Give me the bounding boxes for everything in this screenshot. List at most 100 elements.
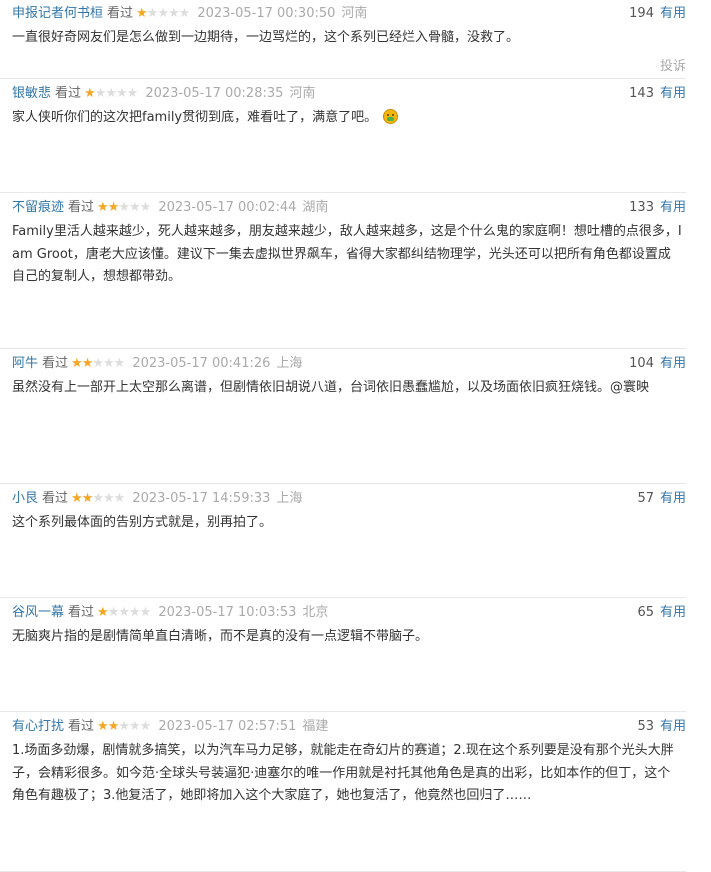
vote-area: 104 有用 (629, 354, 686, 374)
comment-username-link[interactable]: 阿牛 (12, 356, 38, 371)
vote-area: 57 有用 (637, 489, 686, 509)
comment-meta: 谷风一幕 看过 ★★★★★ 2023-05-17 10:03:53 北京 65 有用 (12, 603, 686, 623)
comment-time: 2023-05-17 00:41:26 (132, 356, 271, 371)
star-icon: ★ (84, 86, 96, 101)
star-icon: ★ (71, 491, 83, 506)
star-icon: ★ (116, 86, 128, 101)
star-icon: ★ (107, 605, 120, 620)
comment-text: 虽然没有上一部开上太空那么离谱，但剧情依旧胡说八道，台词依旧愚蠢尴尬，以及场面依… (12, 377, 686, 400)
comment-text-body: 一直很好奇网友们是怎么做到一边期待，一边骂烂的，这个系列已经烂入骨髓，没救了。 (12, 30, 520, 45)
star-icon: ★ (139, 200, 152, 215)
comment-text: 一直很好奇网友们是怎么做到一边期待，一边骂烂的，这个系列已经烂入骨髓，没救了。 (12, 27, 686, 50)
useful-button[interactable]: 有用 (660, 6, 686, 21)
star-icon: ★ (136, 6, 148, 21)
comment-meta: 不留痕迹 看过 ★★★★★ 2023-05-17 00:02:44 湖南 133 有用 (12, 198, 686, 218)
comment-text-body: 1.场面多劲爆，剧情就多搞笑，以为汽车马力足够，就能走在奇幻片的赛道；2.现在这… (12, 743, 674, 803)
useful-button[interactable]: 有用 (660, 356, 686, 371)
star-icon: ★ (103, 491, 115, 506)
comment-location: 上海 (276, 491, 303, 506)
comment-item: 申报记者何书桓 看过 ★★★★★ 2023-05-17 00:30:50 河南 194 有用… (0, 0, 686, 79)
comment-location: 福建 (302, 719, 329, 734)
comment-text-body: 这个系列最体面的告别方式就是，别再拍了。 (12, 515, 273, 530)
comment-text-body: 无脑爽片指的是剧情简单直白清晰，而不是真的没有一点逻辑不带脑子。 (12, 629, 429, 644)
useful-button[interactable]: 有用 (660, 200, 686, 215)
vote-count: 57 (637, 491, 654, 506)
star-icon: ★ (97, 200, 109, 215)
star-icon: ★ (81, 356, 94, 371)
useful-button[interactable]: 有用 (660, 719, 686, 734)
vote-count: 194 (629, 6, 654, 21)
comment-meta: 有心打扰 看过 ★★★★★ 2023-05-17 02:57:51 福建 53 有用 (12, 717, 686, 737)
watch-status: 看过 (42, 356, 69, 371)
comment-text: Family里活人越来越少，死人越来越多，朋友越来越少，敌人越来越多，这是个什么… (12, 221, 686, 289)
useful-button[interactable]: 有用 (660, 605, 686, 620)
star-icon: ★ (129, 719, 141, 734)
watch-status: 看过 (68, 719, 95, 734)
vote-count: 53 (637, 719, 654, 734)
vote-area: 53 有用 (637, 717, 686, 737)
star-icon: ★ (105, 86, 117, 101)
star-icon: ★ (118, 605, 130, 620)
star-icon: ★ (107, 719, 120, 734)
rating-stars: ★★★★★ (97, 198, 152, 218)
comment-item: 阿牛 看过 ★★★★★ 2023-05-17 00:41:26 上海 104 有用 虽然没有上… (0, 349, 686, 484)
comment-meta: 银敏悲 看过 ★★★★★ 2023-05-17 00:28:35 河南 143 有用 (12, 84, 686, 104)
vote-area: 143 有用 (629, 84, 686, 104)
star-icon: ★ (97, 605, 109, 620)
rating-stars: ★★★★★ (84, 84, 138, 104)
comment-list: 申报记者何书桓 看过 ★★★★★ 2023-05-17 00:30:50 河南 194 有用… (0, 0, 711, 872)
vote-count: 143 (629, 86, 654, 101)
star-icon: ★ (113, 356, 126, 371)
rating-stars: ★★★★★ (97, 603, 152, 623)
comment-time: 2023-05-17 02:57:51 (158, 719, 297, 734)
star-icon: ★ (129, 605, 141, 620)
watch-status: 看过 (55, 86, 82, 101)
star-icon: ★ (139, 605, 152, 620)
comment-username-link[interactable]: 谷风一幕 (12, 605, 64, 620)
comment-text: 1.场面多劲爆，剧情就多搞笑，以为汽车马力足够，就能走在奇幻片的赛道；2.现在这… (12, 740, 686, 808)
comment-item: 银敏悲 看过 ★★★★★ 2023-05-17 00:28:35 河南 143 有用 家人侠听… (0, 79, 686, 193)
star-icon: ★ (157, 6, 169, 21)
comment-username-link[interactable]: 有心打扰 (12, 719, 64, 734)
comment-text: 这个系列最体面的告别方式就是，别再拍了。 (12, 512, 686, 535)
comment-username-link[interactable]: 不留痕迹 (12, 200, 64, 215)
watch-status: 看过 (42, 491, 69, 506)
star-icon: ★ (178, 6, 191, 21)
comment-text-body: Family里活人越来越少，死人越来越多，朋友越来越少，敌人越来越多，这是个什么… (12, 224, 682, 284)
rating-stars: ★★★★★ (97, 717, 152, 737)
star-icon: ★ (92, 491, 104, 506)
watch-status: 看过 (68, 200, 95, 215)
star-icon: ★ (107, 200, 120, 215)
comment-item: 谷风一幕 看过 ★★★★★ 2023-05-17 10:03:53 北京 65 有用 无脑爽片… (0, 598, 686, 712)
comment-text-body: 虽然没有上一部开上太空那么离谱，但剧情依旧胡说八道，台词依旧愚蠢尴尬，以及场面依… (12, 380, 650, 395)
comment-text: 无脑爽片指的是剧情简单直白清晰，而不是真的没有一点逻辑不带脑子。 (12, 626, 686, 649)
comment-time: 2023-05-17 10:03:53 (158, 605, 297, 620)
star-icon: ★ (81, 491, 94, 506)
star-icon: ★ (118, 719, 130, 734)
useful-button[interactable]: 有用 (660, 86, 686, 101)
star-icon: ★ (97, 719, 109, 734)
comment-meta: 阿牛 看过 ★★★★★ 2023-05-17 00:41:26 上海 104 有用 (12, 354, 686, 374)
comment-time: 2023-05-17 00:28:35 (145, 86, 284, 101)
comment-time: 2023-05-17 00:02:44 (158, 200, 297, 215)
comment-username-link[interactable]: 申报记者何书桓 (12, 6, 103, 21)
comment-item: 有心打扰 看过 ★★★★★ 2023-05-17 02:57:51 福建 53 有用 1.场面… (0, 712, 686, 872)
star-icon: ★ (92, 356, 104, 371)
report-button[interactable]: 投诉 (660, 55, 686, 74)
comment-text-body: 家人侠听你们的这次把family贯彻到底，难看吐了，满意了吧。 (12, 110, 378, 125)
vote-area: 65 有用 (637, 603, 686, 623)
star-icon: ★ (94, 86, 107, 101)
comment-username-link[interactable]: 银敏悲 (12, 86, 51, 101)
comment-location: 上海 (276, 356, 303, 371)
comment-location: 北京 (302, 605, 329, 620)
comment-time: 2023-05-17 00:30:50 (197, 6, 336, 21)
vote-area: 133 有用 (629, 198, 686, 218)
vomiting-face-icon (383, 109, 399, 124)
vote-count: 133 (629, 200, 654, 215)
useful-button[interactable]: 有用 (660, 491, 686, 506)
watch-status: 看过 (68, 605, 95, 620)
vote-area: 194 有用 (629, 4, 686, 24)
star-icon: ★ (146, 6, 159, 21)
comment-username-link[interactable]: 小艮 (12, 491, 38, 506)
star-icon: ★ (139, 719, 152, 734)
